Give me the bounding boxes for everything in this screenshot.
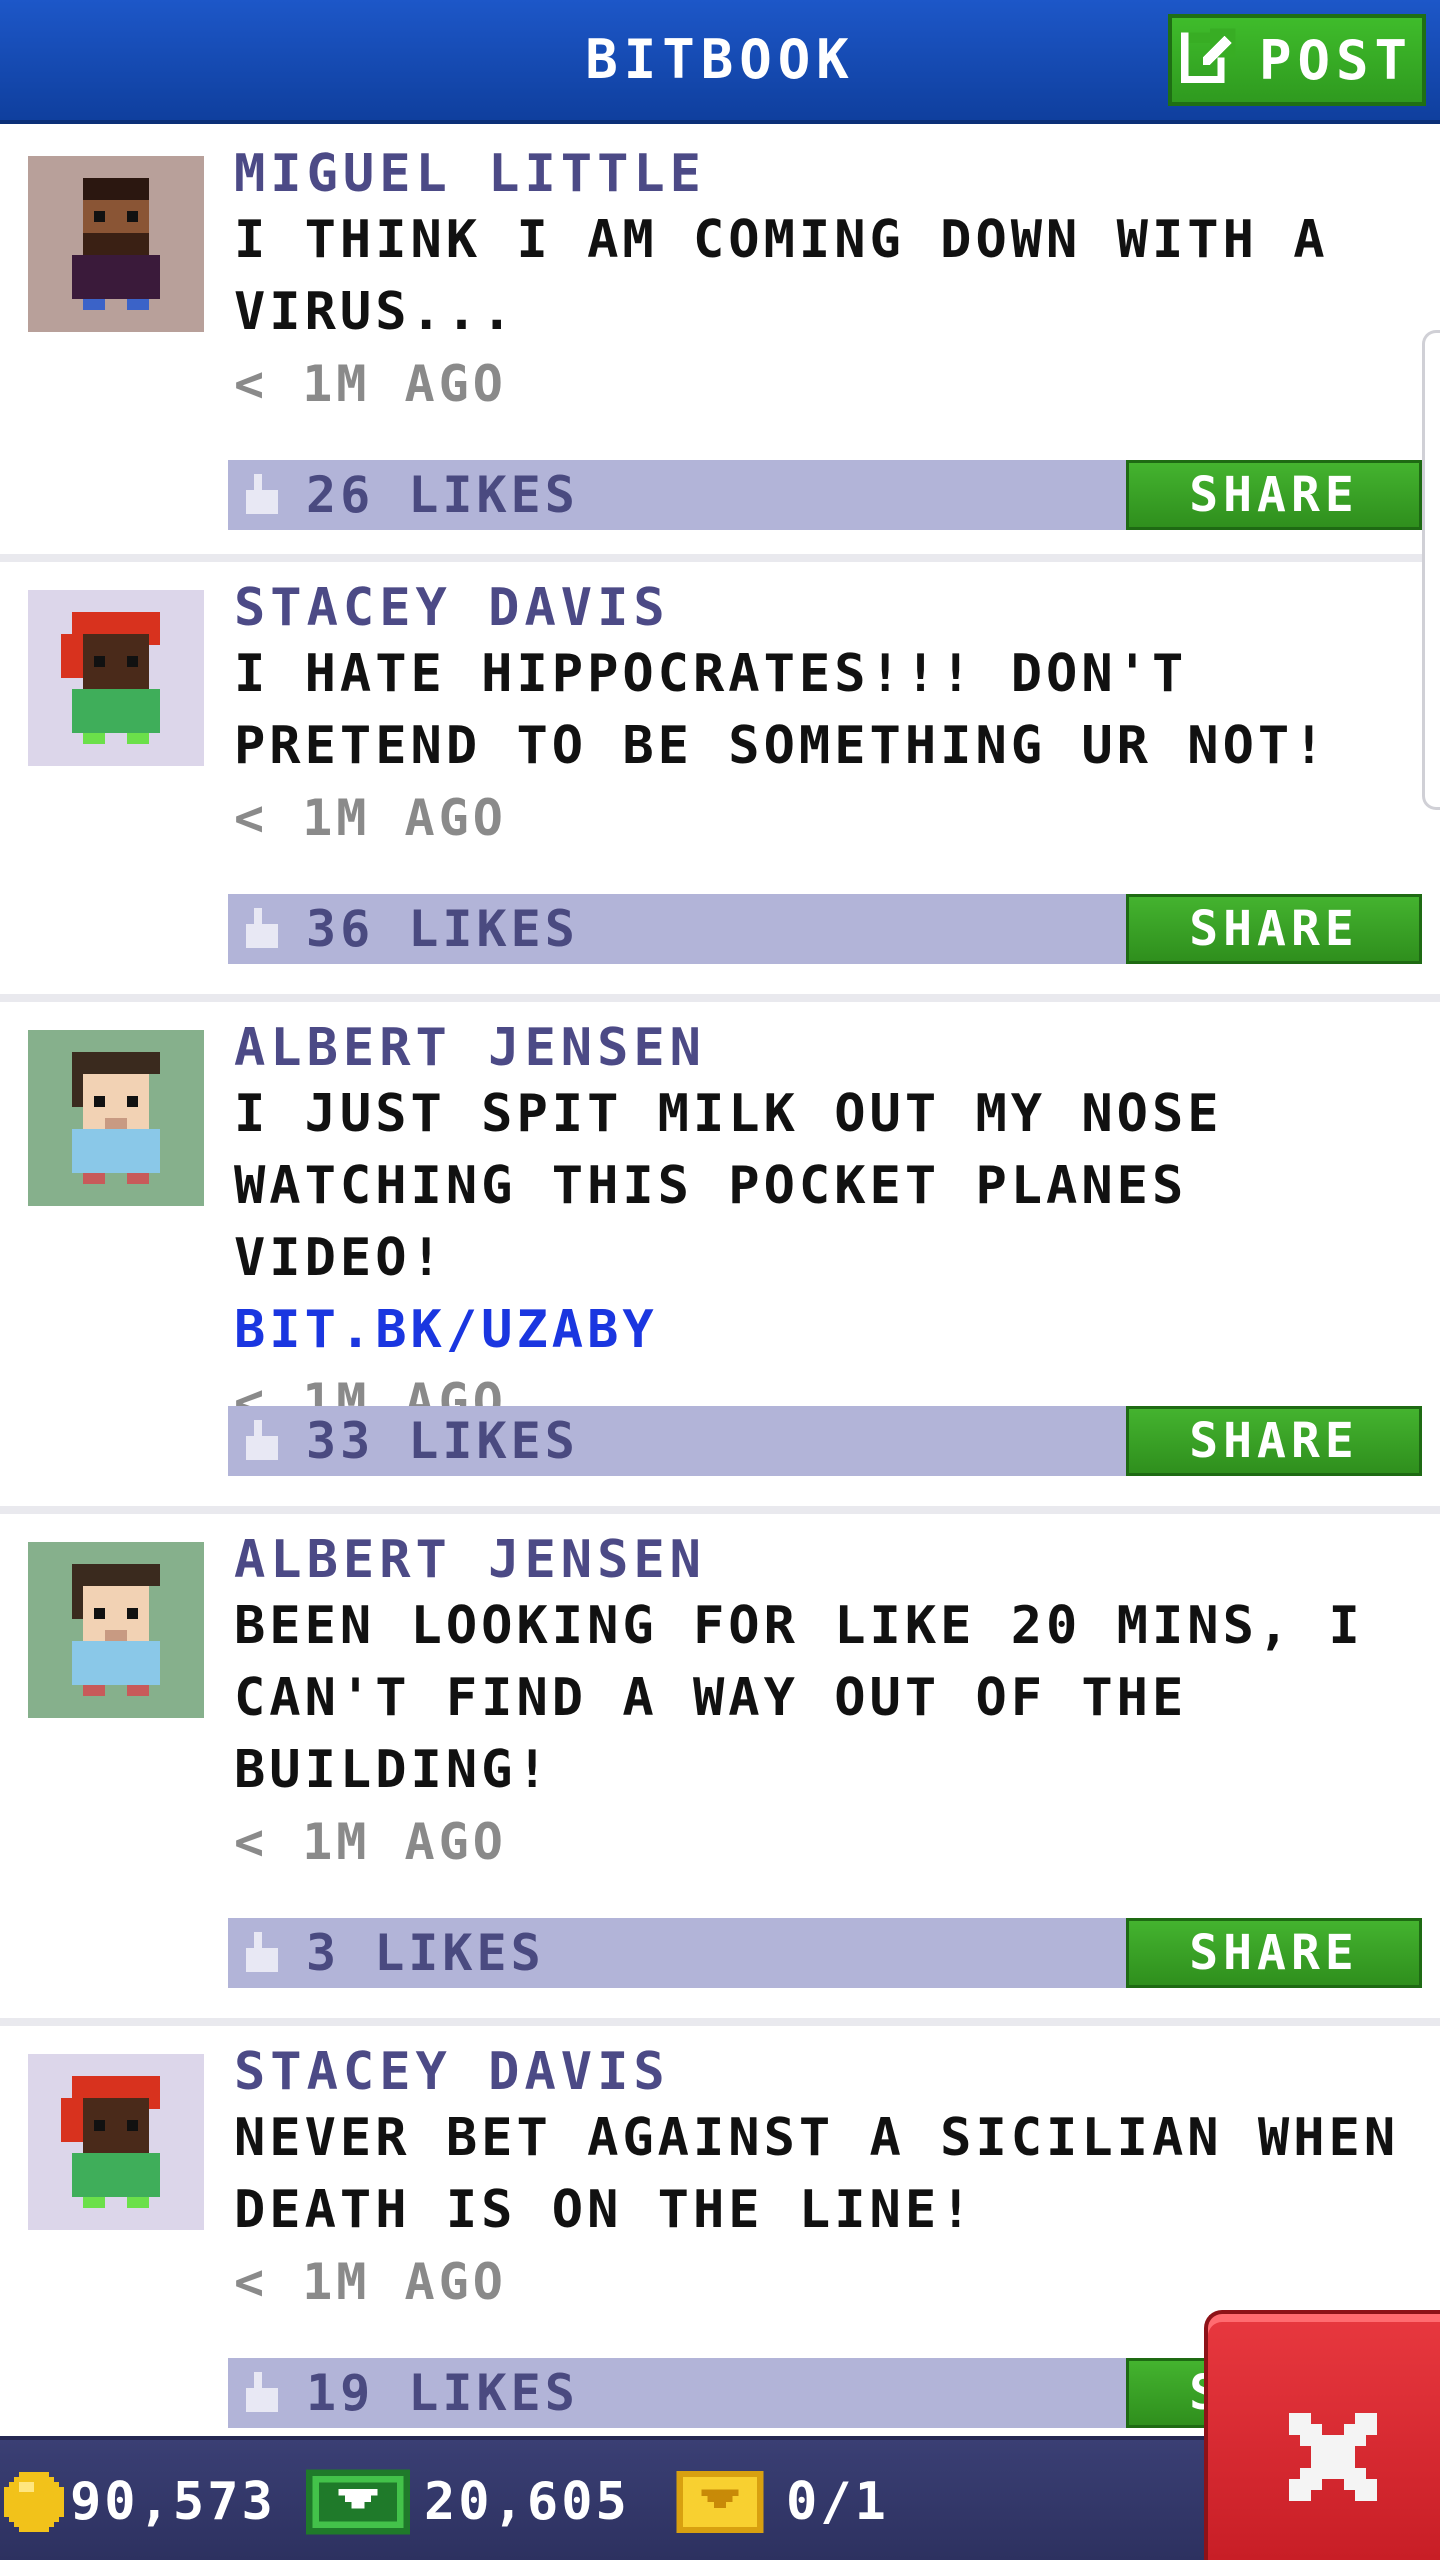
post-body: STACEY DAVIS NEVER BET AGAINST A SICILIA…	[234, 2042, 1420, 2318]
post-author[interactable]: MIGUEL LITTLE	[234, 144, 1420, 204]
post-timestamp: < 1M AGO	[234, 1813, 507, 1871]
coin-icon	[4, 2472, 64, 2532]
coins-display: 90,573	[4, 2440, 276, 2560]
post-body: ALBERT JENSEN BEEN LOOKING FOR LIKE 20 M…	[234, 1530, 1420, 1878]
avatar[interactable]	[28, 2054, 204, 2230]
likes-count: 36 LIKES	[306, 900, 579, 958]
close-icon	[1289, 2413, 1377, 2501]
post-body: MIGUEL LITTLE I THINK I AM COMING DOWN W…	[234, 144, 1420, 420]
feed-post: MIGUEL LITTLE I THINK I AM COMING DOWN W…	[0, 128, 1440, 562]
vip-ticket-icon	[676, 2471, 764, 2533]
like-bar[interactable]: 33 LIKES SHARE	[228, 1406, 1422, 1476]
compose-icon	[1180, 25, 1239, 96]
post-button[interactable]: POST	[1168, 14, 1426, 106]
likes-count: 19 LIKES	[306, 2364, 579, 2422]
post-message: I THINK I AM COMING DOWN WITH A VIRUS...	[234, 210, 1329, 342]
thumbs-up-icon	[246, 1932, 278, 1972]
thumbs-up-icon	[246, 2372, 278, 2412]
post-author[interactable]: ALBERT JENSEN	[234, 1530, 1420, 1590]
post-link[interactable]: BIT.BK/UZABY	[234, 1294, 1420, 1366]
coins-value: 90,573	[70, 2472, 276, 2532]
scrollbar[interactable]	[1422, 330, 1440, 810]
bux-value: 20,605	[424, 2472, 630, 2532]
bux-icon	[306, 2469, 410, 2535]
feed-list: MIGUEL LITTLE I THINK I AM COMING DOWN W…	[0, 128, 1440, 2466]
bitbook-screen: BITBOOK POST MIGUEL LITTLE I THINK I AM …	[0, 0, 1440, 2560]
share-button[interactable]: SHARE	[1126, 460, 1422, 530]
close-button[interactable]	[1204, 2310, 1440, 2560]
post-author[interactable]: STACEY DAVIS	[234, 578, 1420, 638]
thumbs-up-icon	[246, 908, 278, 948]
post-body: STACEY DAVIS I HATE HIPPOCRATES!!! DON'T…	[234, 578, 1420, 854]
likes-count: 3 LIKES	[306, 1924, 545, 1982]
avatar[interactable]	[28, 1030, 204, 1206]
post-message: I HATE HIPPOCRATES!!! DON'T PRETEND TO B…	[234, 644, 1329, 776]
like-bar[interactable]: 26 LIKES SHARE	[228, 460, 1422, 530]
feed-post: STACEY DAVIS I HATE HIPPOCRATES!!! DON'T…	[0, 562, 1440, 1002]
tickets-display: 0/1	[674, 2440, 889, 2560]
header-bar: BITBOOK POST	[0, 0, 1440, 124]
tickets-value: 0/1	[786, 2472, 889, 2532]
likes-count: 26 LIKES	[306, 466, 579, 524]
post-message: BEEN LOOKING FOR LIKE 20 MINS, I CAN'T F…	[234, 1596, 1364, 1800]
likes-count: 33 LIKES	[306, 1412, 579, 1470]
bux-display: 20,605	[306, 2440, 630, 2560]
avatar[interactable]	[28, 1542, 204, 1718]
share-button[interactable]: SHARE	[1126, 1918, 1422, 1988]
share-button[interactable]: SHARE	[1126, 894, 1422, 964]
post-author[interactable]: STACEY DAVIS	[234, 2042, 1420, 2102]
avatar[interactable]	[28, 590, 204, 766]
thumbs-up-icon	[246, 474, 278, 514]
post-message: NEVER BET AGAINST A SICILIAN WHEN DEATH …	[234, 2108, 1400, 2240]
feed-post: ALBERT JENSEN BEEN LOOKING FOR LIKE 20 M…	[0, 1514, 1440, 2026]
post-timestamp: < 1M AGO	[234, 355, 507, 413]
post-author[interactable]: ALBERT JENSEN	[234, 1018, 1420, 1078]
post-timestamp: < 1M AGO	[234, 789, 507, 847]
thumbs-up-icon	[246, 1420, 278, 1460]
post-button-label: POST	[1258, 28, 1414, 92]
share-button[interactable]: SHARE	[1126, 1406, 1422, 1476]
post-timestamp: < 1M AGO	[234, 2253, 507, 2311]
post-message: I JUST SPIT MILK OUT MY NOSE WATCHING TH…	[234, 1084, 1223, 1288]
like-bar[interactable]: 3 LIKES SHARE	[228, 1918, 1422, 1988]
feed-post: ALBERT JENSEN I JUST SPIT MILK OUT MY NO…	[0, 1002, 1440, 1514]
post-body: ALBERT JENSEN I JUST SPIT MILK OUT MY NO…	[234, 1018, 1420, 1438]
like-bar[interactable]: 36 LIKES SHARE	[228, 894, 1422, 964]
avatar[interactable]	[28, 156, 204, 332]
